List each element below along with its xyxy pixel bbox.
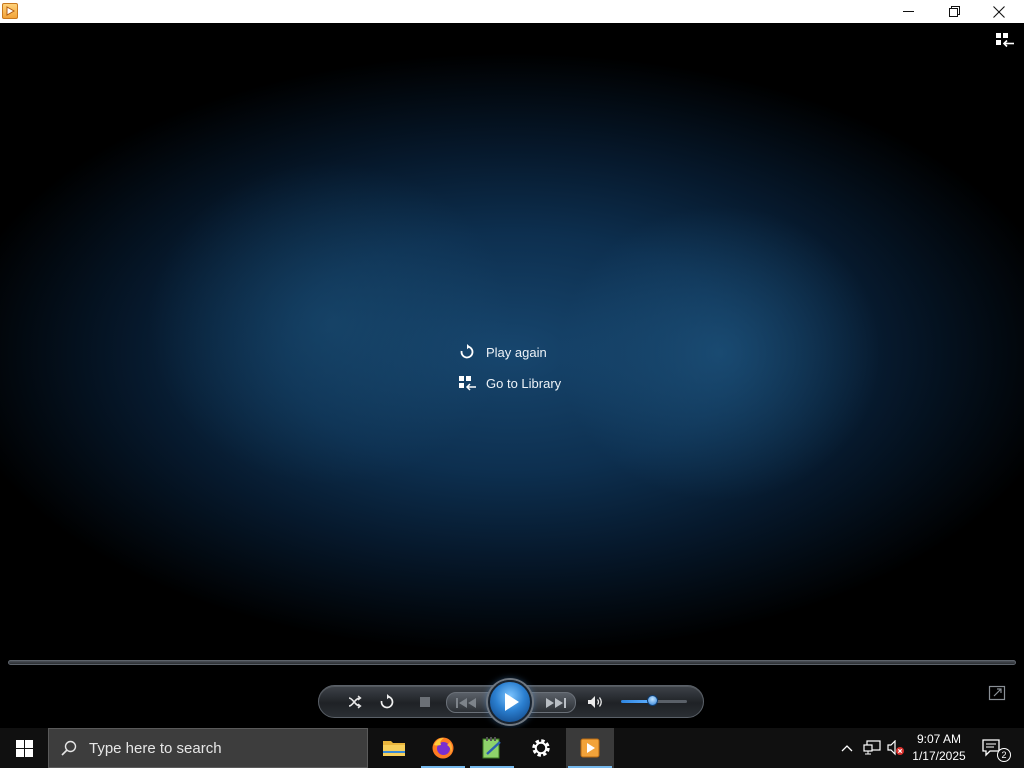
go-to-library-option[interactable]: Go to Library (456, 372, 561, 394)
now-playing-area: Play again Go to Library (0, 23, 1024, 728)
go-to-library-label: Go to Library (486, 375, 562, 391)
taskbar-notepad-plus-plus[interactable] (468, 728, 516, 768)
next-button[interactable] (535, 693, 575, 712)
restore-button[interactable] (931, 0, 977, 23)
clock-date: 1/17/2025 (912, 749, 966, 763)
show-hidden-icons-button[interactable] (836, 728, 858, 768)
action-center-button[interactable]: 2 (976, 728, 1016, 768)
taskbar-file-explorer[interactable] (370, 728, 418, 768)
chevron-up-icon (841, 745, 853, 752)
shuffle-button[interactable] (341, 692, 369, 712)
mute-button[interactable] (583, 692, 609, 712)
minimize-button[interactable] (885, 0, 931, 23)
network-tray-button[interactable] (860, 728, 884, 768)
windows-logo-icon (15, 739, 33, 757)
file-explorer-icon (383, 741, 405, 756)
volume-slider-thumb[interactable] (647, 695, 659, 706)
repeat-button[interactable] (373, 692, 401, 712)
windows-media-player-icon (580, 738, 600, 758)
next-icon (546, 697, 566, 708)
volume-icon (588, 696, 602, 708)
full-screen-icon (988, 685, 1006, 701)
switch-to-library-icon (996, 33, 1014, 48)
taskbar-windows-media-player[interactable] (566, 728, 614, 768)
view-full-screen-button[interactable] (988, 685, 1006, 701)
stop-button[interactable] (412, 692, 438, 712)
previous-button[interactable] (447, 693, 487, 712)
search-placeholder: Type here to search (89, 739, 222, 757)
library-icon (456, 375, 478, 391)
end-of-playback-menu: Play again Go to Library (456, 341, 561, 403)
search-icon (49, 740, 89, 756)
play-again-label: Play again (486, 344, 547, 360)
settings-icon (532, 739, 550, 757)
play-icon (505, 693, 519, 711)
playback-controls (318, 680, 704, 724)
taskbar-firefox[interactable] (419, 728, 467, 768)
notepad-plus-icon (482, 737, 501, 759)
clock-time: 9:07 AM (916, 732, 962, 746)
taskbar-search-box[interactable]: Type here to search (48, 728, 368, 768)
network-icon (863, 740, 881, 755)
title-bar (0, 0, 1024, 23)
stop-icon (420, 697, 430, 707)
play-button[interactable] (488, 680, 532, 724)
start-button[interactable] (0, 728, 48, 768)
shuffle-icon (348, 695, 362, 709)
switch-to-library-button[interactable] (992, 31, 1018, 49)
previous-icon (456, 697, 476, 708)
taskbar: Type here to search 9:07 AM 1/17/2025 2 (0, 728, 1024, 768)
restore-icon (948, 6, 960, 17)
volume-tray-button[interactable] (884, 728, 908, 768)
seek-bar[interactable] (8, 660, 1016, 665)
firefox-icon (432, 737, 454, 759)
replay-icon (456, 344, 478, 360)
close-button[interactable] (976, 0, 1022, 23)
wmp-app-icon[interactable] (2, 3, 18, 19)
taskbar-settings[interactable] (517, 728, 565, 768)
notification-count-badge: 2 (997, 748, 1011, 762)
play-again-option[interactable]: Play again (456, 341, 561, 363)
repeat-icon (380, 694, 394, 709)
minimize-icon (902, 11, 914, 12)
close-icon (993, 5, 1005, 18)
taskbar-clock[interactable]: 9:07 AM 1/17/2025 (908, 731, 970, 765)
volume-muted-icon (887, 740, 904, 756)
